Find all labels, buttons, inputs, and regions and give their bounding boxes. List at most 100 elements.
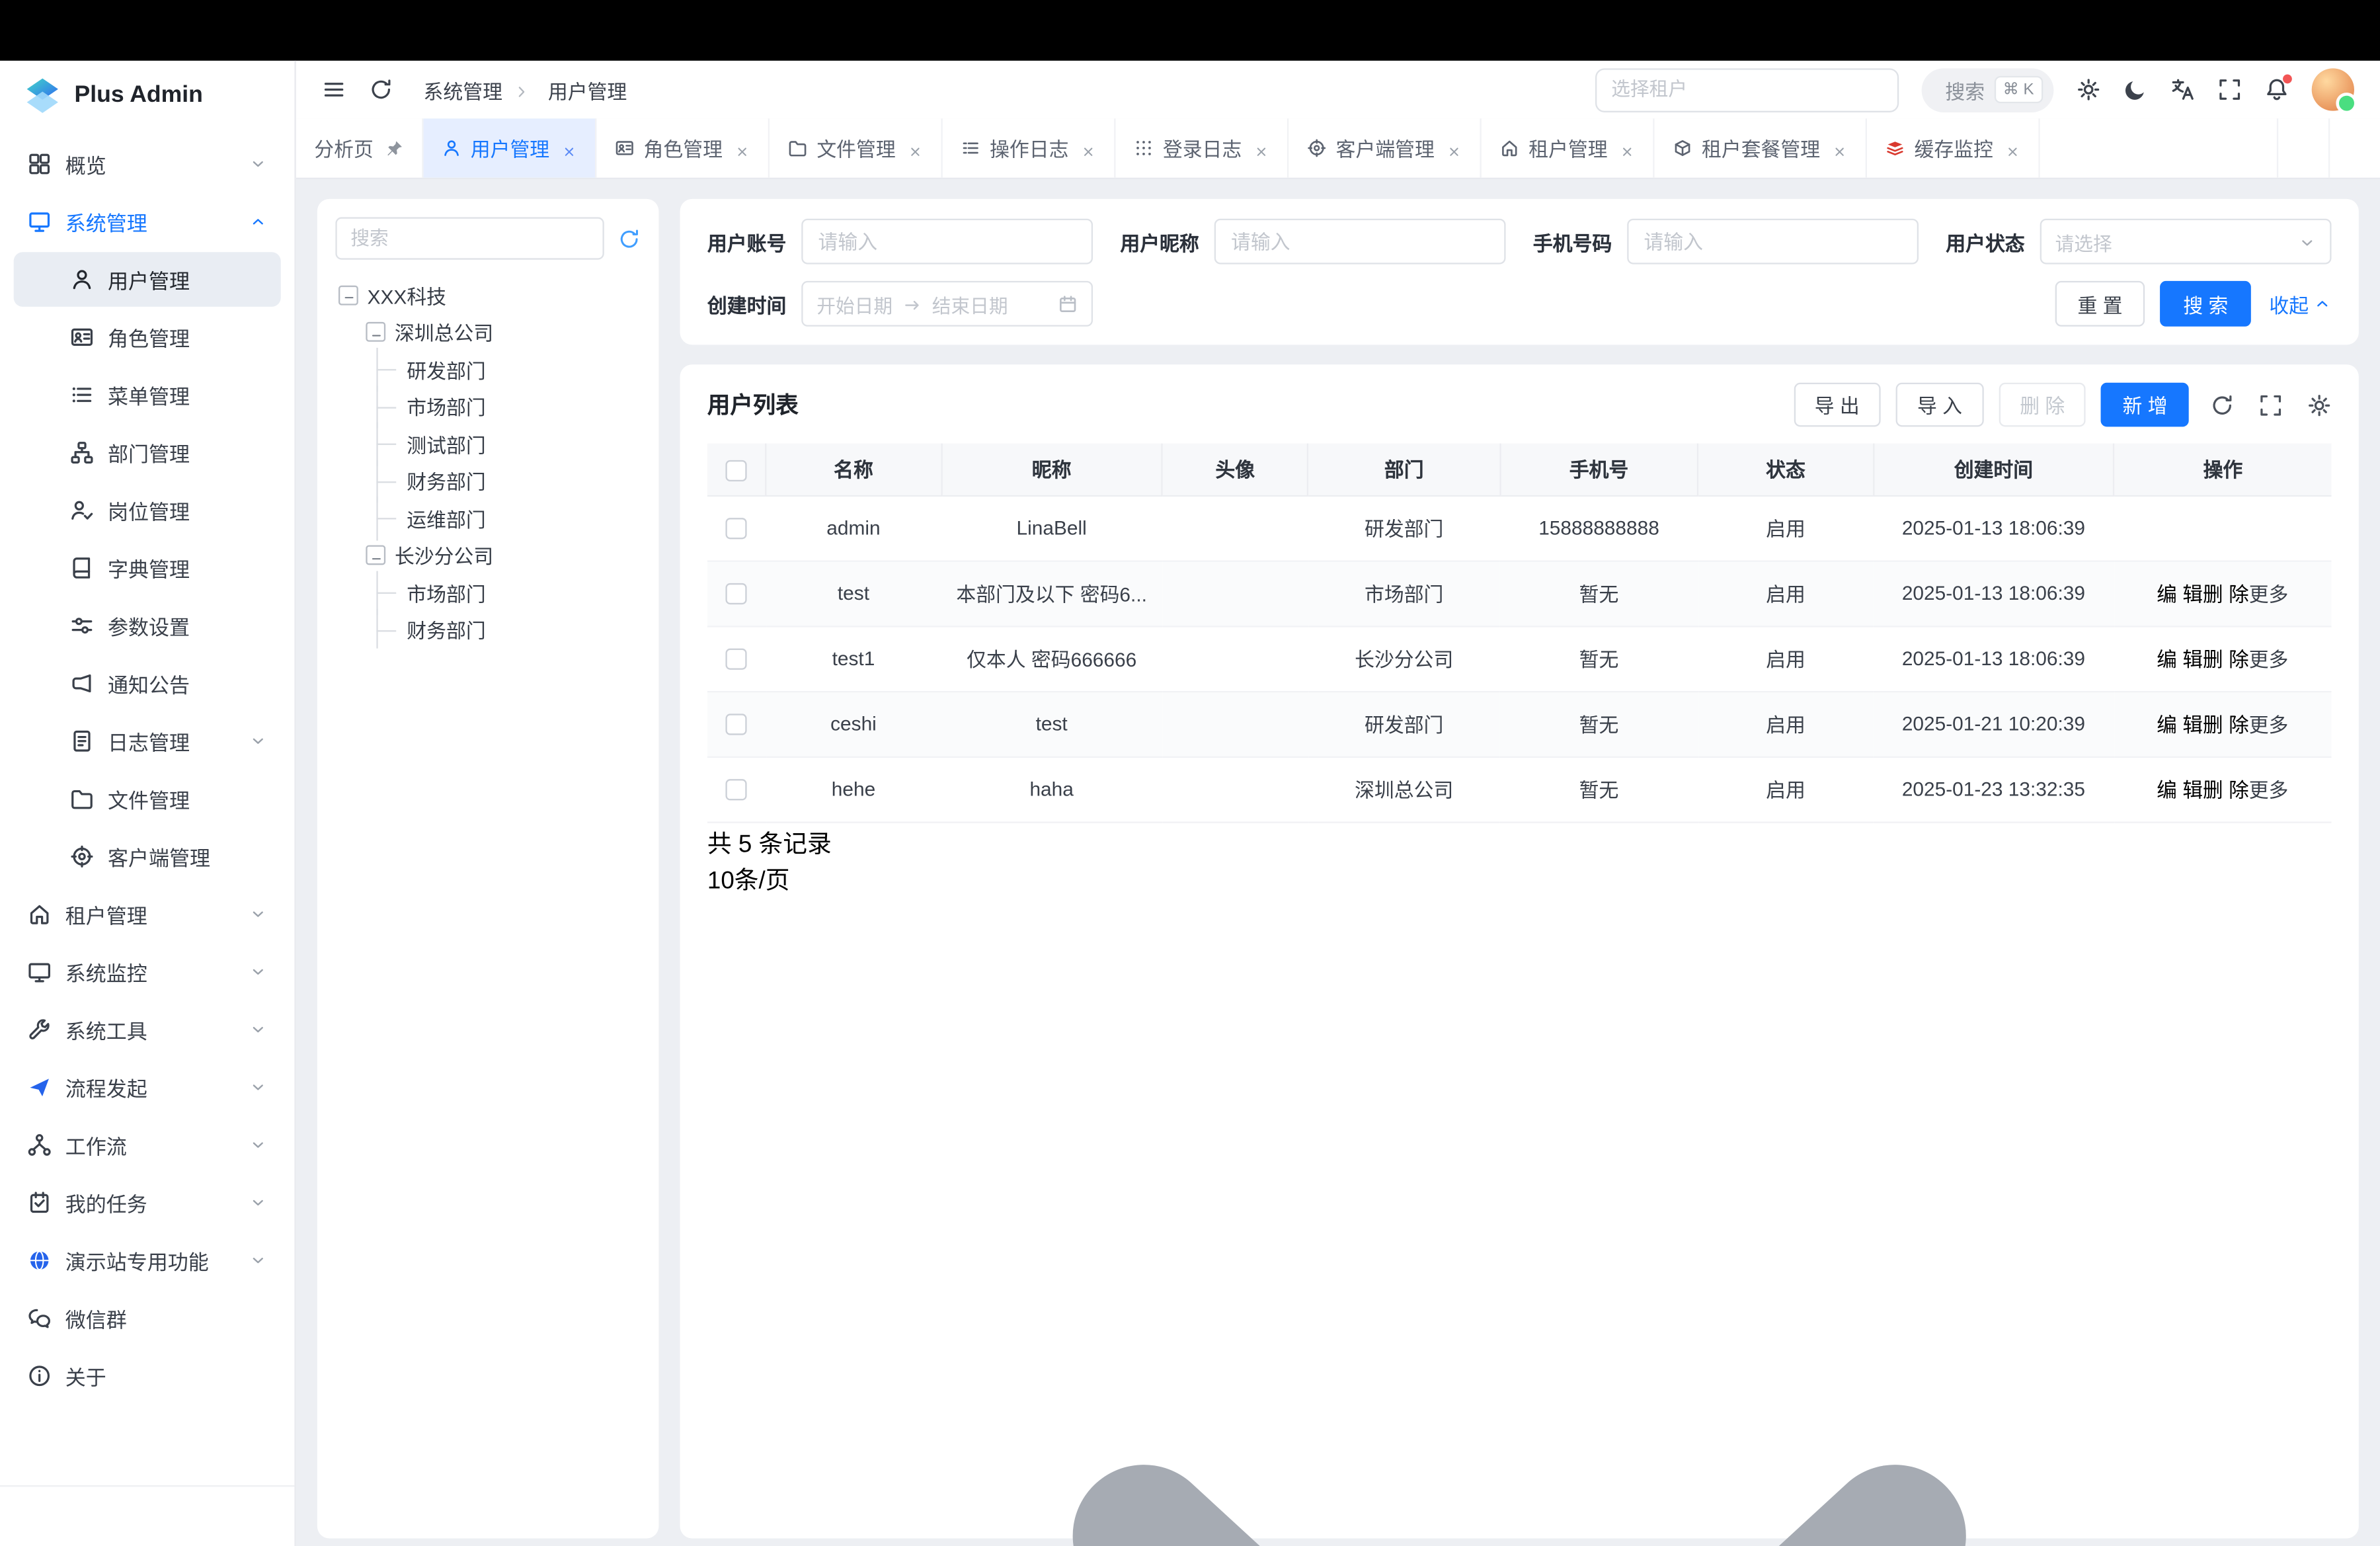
- tree-node-4[interactable]: 测试部门: [335, 425, 640, 462]
- tabs-fullscreen-button[interactable]: [2328, 118, 2380, 178]
- row-checkbox[interactable]: [726, 714, 747, 735]
- close-icon[interactable]: [1620, 140, 1635, 155]
- delete-selected-button[interactable]: 删 除: [1999, 383, 2086, 427]
- tenant-select-input[interactable]: [1595, 67, 1898, 112]
- delete-button[interactable]: 删 除: [2203, 710, 2249, 739]
- edit-button[interactable]: 编 辑: [2157, 644, 2203, 673]
- sidebar-item-14[interactable]: 系统监控: [14, 945, 281, 1000]
- reset-button[interactable]: 重 置: [2055, 281, 2145, 327]
- tree-expand-toggle[interactable]: [366, 546, 385, 565]
- close-icon[interactable]: [2005, 140, 2020, 155]
- app-logo[interactable]: Plus Admin: [0, 61, 294, 131]
- tree-node-6[interactable]: 运维部门: [335, 500, 640, 537]
- tab-3[interactable]: 文件管理: [770, 118, 943, 178]
- sidebar-item-11[interactable]: 文件管理: [14, 772, 281, 827]
- import-button[interactable]: 导 入: [1896, 383, 1983, 427]
- sidebar-item-13[interactable]: 租户管理: [14, 887, 281, 942]
- sidebar-item-0[interactable]: 概览: [14, 137, 281, 192]
- tree-search-input[interactable]: [335, 217, 604, 259]
- close-icon[interactable]: [1832, 140, 1847, 155]
- filter-select-3[interactable]: 请选择: [2040, 219, 2332, 264]
- delete-button[interactable]: 删 除: [2203, 644, 2249, 673]
- sidebar-item-8[interactable]: 参数设置: [14, 598, 281, 653]
- tree-refresh-icon[interactable]: [617, 227, 640, 249]
- filter-input-2[interactable]: [1627, 219, 1919, 264]
- filter-input-1[interactable]: [1214, 219, 1506, 264]
- delete-button[interactable]: 删 除: [2203, 774, 2249, 803]
- close-icon[interactable]: [908, 140, 923, 155]
- close-icon[interactable]: [562, 140, 577, 155]
- tab-0[interactable]: 分析页: [296, 118, 424, 178]
- status-switch[interactable]: 启用: [1766, 649, 1805, 671]
- close-icon[interactable]: [734, 140, 750, 155]
- sidebar-item-17[interactable]: 工作流: [14, 1118, 281, 1172]
- tree-expand-toggle[interactable]: [338, 285, 358, 305]
- table-row[interactable]: hehehaha深圳总公司暂无启用2025-01-23 13:32:35编 辑删…: [707, 756, 2332, 822]
- notifications-icon[interactable]: [2265, 77, 2289, 102]
- tab-7[interactable]: 租户管理: [1482, 118, 1655, 178]
- refresh-page-icon[interactable]: [369, 77, 393, 102]
- close-icon[interactable]: [1254, 140, 1269, 155]
- table-row[interactable]: test1仅本人 密码666666长沙分公司暂无启用2025-01-13 18:…: [707, 626, 2332, 691]
- collapse-filter-link[interactable]: 收起: [2269, 290, 2331, 319]
- fullscreen-icon[interactable]: [2217, 77, 2242, 102]
- tree-node-8[interactable]: 市场部门: [335, 574, 640, 611]
- edit-button[interactable]: 编 辑: [2157, 774, 2203, 803]
- tabs-dropdown-button[interactable]: [2277, 118, 2328, 178]
- tab-8[interactable]: 租户套餐管理: [1655, 118, 1867, 178]
- tab-5[interactable]: 登录日志: [1116, 118, 1289, 178]
- sidebar-item-10[interactable]: 日志管理: [14, 713, 281, 768]
- more-link[interactable]: 更多: [2249, 713, 2289, 736]
- sidebar-item-7[interactable]: 字典管理: [14, 541, 281, 596]
- language-icon[interactable]: [2170, 77, 2195, 102]
- menu-toggle-icon[interactable]: [322, 77, 346, 102]
- sidebar-item-12[interactable]: 客户端管理: [14, 829, 281, 884]
- close-icon[interactable]: [1081, 140, 1096, 155]
- tree-node-3[interactable]: 市场部门: [335, 388, 640, 425]
- date-range-picker[interactable]: 开始日期 结束日期: [801, 281, 1093, 327]
- tab-6[interactable]: 客户端管理: [1289, 118, 1482, 178]
- row-checkbox[interactable]: [726, 649, 747, 670]
- breadcrumb-item-users[interactable]: 用户管理: [540, 75, 627, 104]
- tab-2[interactable]: 角色管理: [596, 118, 770, 178]
- edit-button[interactable]: 编 辑: [2157, 710, 2203, 739]
- status-switch[interactable]: 启用: [1766, 779, 1805, 801]
- sidebar-item-2[interactable]: 用户管理: [14, 252, 281, 307]
- export-button[interactable]: 导 出: [1794, 383, 1881, 427]
- tab-9[interactable]: 缓存监控: [1867, 118, 2040, 178]
- delete-button[interactable]: 删 除: [2203, 579, 2249, 608]
- table-settings-icon[interactable]: [2307, 393, 2332, 417]
- sidebar-item-19[interactable]: 演示站专用功能: [14, 1233, 281, 1288]
- settings-icon[interactable]: [2077, 77, 2101, 102]
- row-checkbox[interactable]: [726, 584, 747, 605]
- search-button[interactable]: 搜 索: [2161, 281, 2251, 327]
- status-switch[interactable]: 启用: [1766, 518, 1805, 540]
- table-fullscreen-icon[interactable]: [2258, 393, 2283, 417]
- sidebar-item-4[interactable]: 菜单管理: [14, 368, 281, 423]
- tree-node-0[interactable]: XXX科技: [335, 276, 640, 313]
- tree-node-9[interactable]: 财务部门: [335, 611, 640, 648]
- sidebar-item-9[interactable]: 通知公告: [14, 656, 281, 711]
- tree-node-7[interactable]: 长沙分公司: [335, 537, 640, 574]
- tree-node-2[interactable]: 研发部门: [335, 351, 640, 388]
- breadcrumb-item-system[interactable]: 系统管理: [416, 75, 502, 104]
- add-button[interactable]: 新 增: [2101, 383, 2188, 427]
- edit-button[interactable]: 编 辑: [2157, 579, 2203, 608]
- table-row[interactable]: test本部门及以下 密码6...市场部门暂无启用2025-01-13 18:0…: [707, 560, 2332, 626]
- sidebar-item-20[interactable]: 微信群: [14, 1291, 281, 1346]
- status-switch[interactable]: 启用: [1766, 713, 1805, 736]
- user-avatar-button[interactable]: [2312, 68, 2354, 110]
- filter-input-0[interactable]: [801, 219, 1093, 264]
- tree-expand-toggle[interactable]: [366, 322, 385, 342]
- page-size-select[interactable]: 10条/页: [707, 859, 2332, 1546]
- tab-4[interactable]: 操作日志: [943, 118, 1116, 178]
- row-checkbox[interactable]: [726, 780, 747, 801]
- sidebar-item-18[interactable]: 我的任务: [14, 1176, 281, 1231]
- more-link[interactable]: 更多: [2249, 649, 2289, 671]
- sidebar-item-1[interactable]: 系统管理: [14, 194, 281, 249]
- sidebar-item-15[interactable]: 系统工具: [14, 1002, 281, 1057]
- sidebar-item-16[interactable]: 流程发起: [14, 1060, 281, 1115]
- close-icon[interactable]: [1447, 140, 1462, 155]
- tree-node-5[interactable]: 财务部门: [335, 462, 640, 499]
- tab-1[interactable]: 用户管理: [424, 118, 597, 178]
